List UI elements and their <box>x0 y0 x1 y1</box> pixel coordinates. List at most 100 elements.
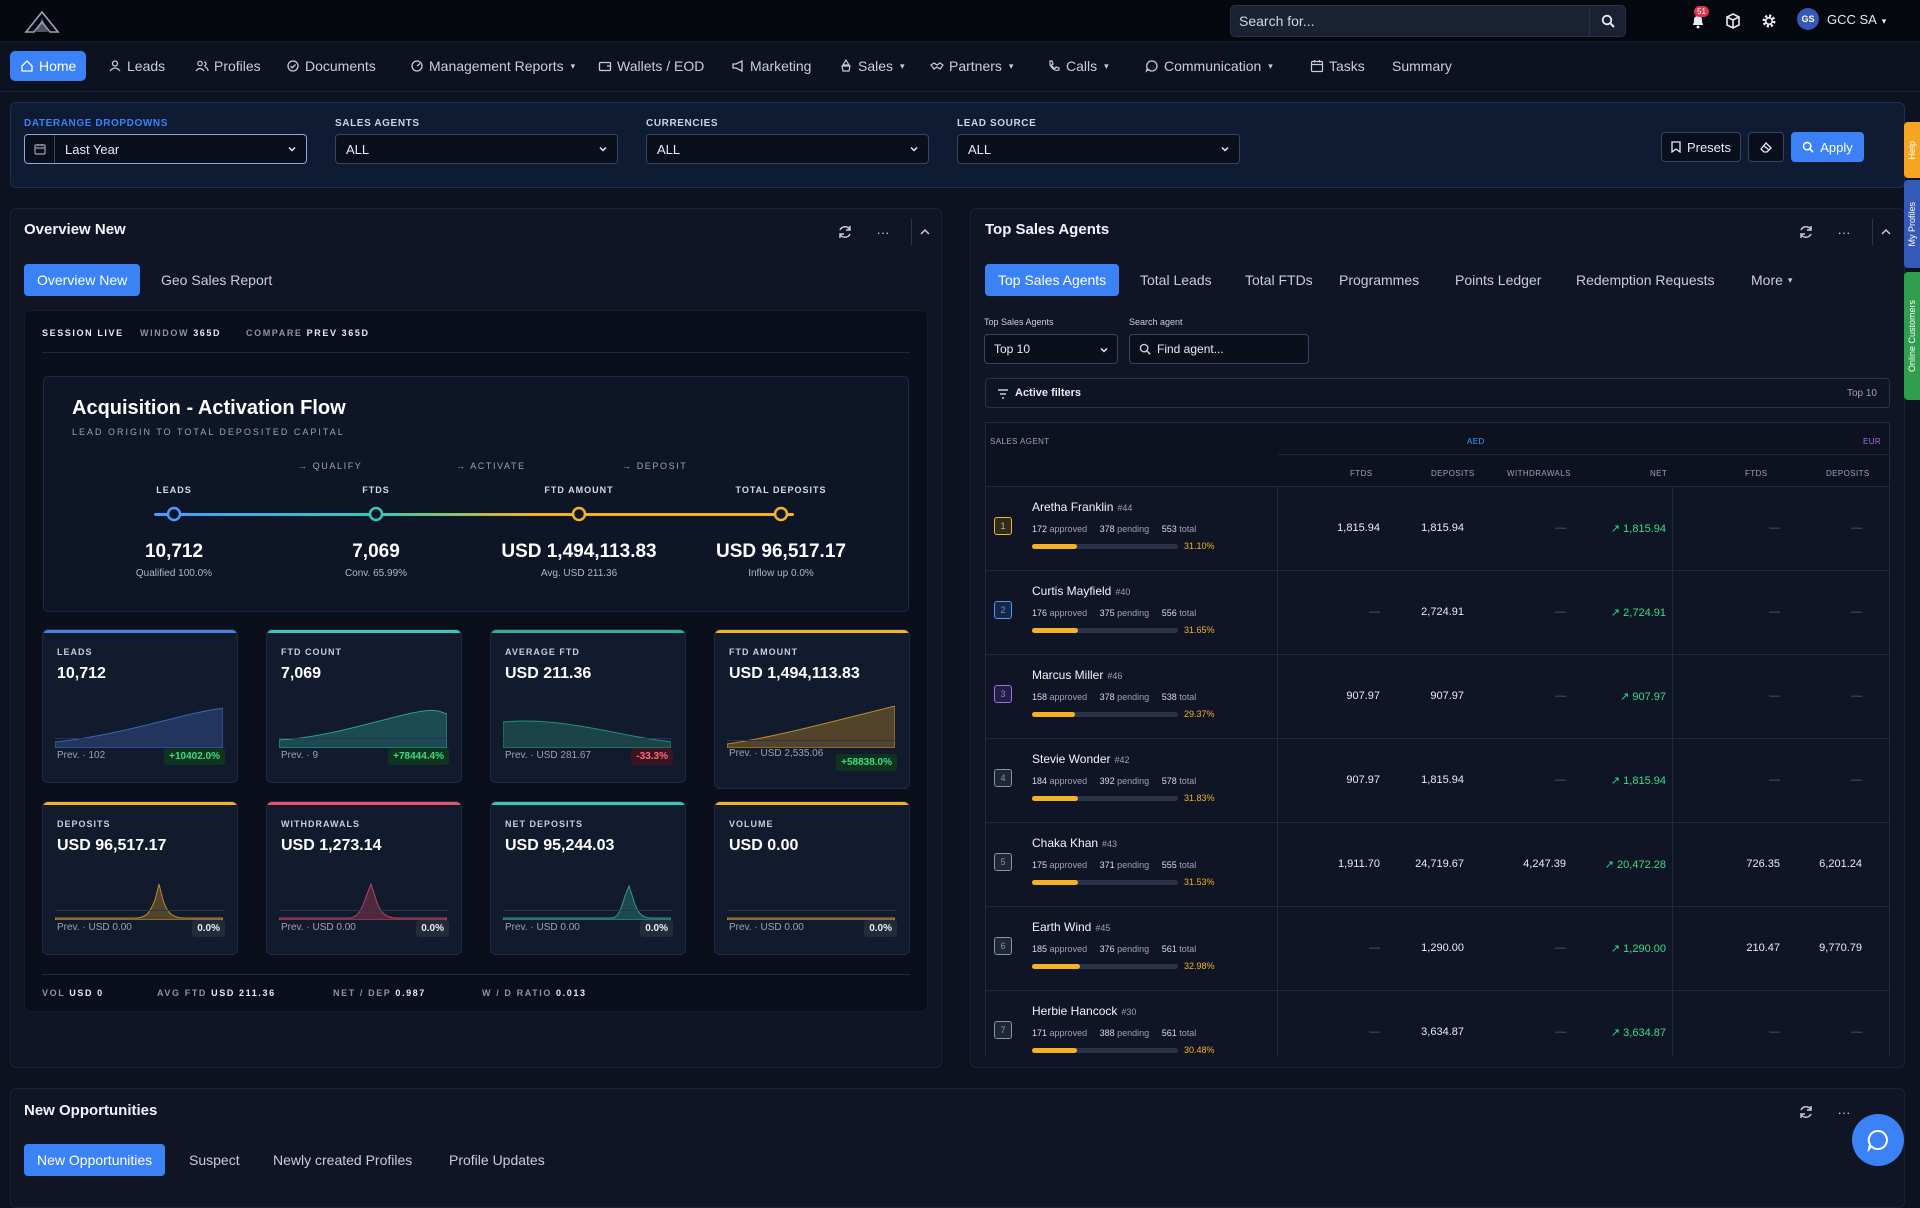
chat-button[interactable] <box>1852 1114 1904 1166</box>
refresh-button[interactable] <box>1793 219 1819 245</box>
more-options-button[interactable]: ··· <box>1831 219 1857 245</box>
table-row[interactable]: 1 Aretha Franklin #44 172 approved 378 pend… <box>986 486 1889 570</box>
currencies-select[interactable]: ALL <box>646 134 929 164</box>
footer-metric-label: NET / DEP <box>333 988 392 998</box>
agent-name[interactable]: Chaka Khan #43 <box>1032 836 1117 850</box>
clear-filters-button[interactable] <box>1748 132 1784 162</box>
chevron-down-icon: ▾ <box>570 60 576 71</box>
tab-newly-created-profiles[interactable]: Newly created Profiles <box>260 1144 425 1176</box>
nav-item-documents[interactable]: Documents <box>276 51 386 81</box>
top-count-select[interactable]: Top 10 <box>984 334 1118 364</box>
tab-top-sales-agents[interactable]: Top Sales Agents <box>985 264 1120 296</box>
apply-button[interactable]: Apply <box>1791 132 1864 162</box>
nav-item-tasks[interactable]: Tasks <box>1300 51 1375 81</box>
table-row[interactable]: 6 Earth Wind #45 185 approved 376 pending 5… <box>986 906 1889 990</box>
cell-ftds: 1,911.70 <box>1337 858 1380 870</box>
kpi-previous: Prev. · USD 0.00 <box>729 922 804 933</box>
kpi-accent-bar <box>267 630 461 633</box>
brand-logo[interactable] <box>22 10 62 34</box>
more-options-button[interactable]: ··· <box>870 219 896 245</box>
nav-item-home[interactable]: Home <box>10 51 87 81</box>
agent-id: #45 <box>1095 923 1111 933</box>
agent-name[interactable]: Herbie Hancock #30 <box>1032 1004 1136 1018</box>
pending-word: pending <box>1117 944 1150 954</box>
presets-button[interactable]: Presets <box>1661 132 1741 162</box>
nav-item-profiles[interactable]: Profiles <box>185 51 271 81</box>
tab-total-leads[interactable]: Total Leads <box>1127 264 1225 296</box>
chevron-down-icon: ▾ <box>1104 60 1109 71</box>
pending-word: pending <box>1117 1028 1150 1038</box>
calendar-icon <box>1310 60 1324 73</box>
total-word: total <box>1179 524 1197 534</box>
agent-name[interactable]: Marcus Miller #46 <box>1032 668 1122 682</box>
table-row[interactable]: 4 Stevie Wonder #42 184 approved 392 pendin… <box>986 738 1889 822</box>
kpi-sparkline <box>727 917 895 920</box>
help-tab[interactable]: Help <box>1904 122 1920 178</box>
search-input[interactable] <box>1239 6 1579 36</box>
lead-source-select[interactable]: ALL <box>957 134 1240 164</box>
more-options-button[interactable]: ··· <box>1831 1099 1857 1125</box>
tab-suspect[interactable]: Suspect <box>176 1144 253 1176</box>
tab-redemption-requests[interactable]: Redemption Requests <box>1563 264 1728 296</box>
agent-name[interactable]: Stevie Wonder #42 <box>1032 752 1130 766</box>
nav-item-wallets-eod[interactable]: Wallets / EOD <box>588 51 714 81</box>
table-row[interactable]: 3 Marcus Miller #46 158 approved 378 pendin… <box>986 654 1889 738</box>
refresh-button[interactable] <box>1793 1099 1819 1125</box>
agent-stats: 175 approved 371 pending 555 total <box>1032 860 1232 870</box>
kpi-accent-bar <box>715 802 909 805</box>
tab-more[interactable]: More ▾ <box>1738 264 1805 296</box>
tab-overview-new[interactable]: Overview New <box>24 264 141 296</box>
my-profiles-tab[interactable]: My Profiles <box>1904 180 1920 268</box>
daterange-select[interactable]: Last Year <box>24 134 307 164</box>
tab-total-ftds[interactable]: Total FTDs <box>1232 264 1326 296</box>
nav-item-calls[interactable]: Calls ▾ <box>1037 51 1119 81</box>
top-bar: 51 GS GCC SA ▾ <box>0 0 1920 42</box>
total-count: 538 <box>1161 692 1177 702</box>
step-activate: → ACTIVATE <box>456 461 526 471</box>
presets-label: Presets <box>1686 139 1732 155</box>
tab-geo-sales-report[interactable]: Geo Sales Report <box>148 264 285 296</box>
search-button[interactable] <box>1589 6 1625 36</box>
nav-item-partners[interactable]: Partners ▾ <box>920 51 1023 81</box>
nav-item-management-reports[interactable]: Management Reports ▾ <box>400 51 585 81</box>
nav-item-communication[interactable]: Communication ▾ <box>1135 51 1283 81</box>
nav-item-sales[interactable]: Sales ▾ <box>829 51 915 81</box>
pending-count: 376 <box>1099 944 1115 954</box>
refresh-button[interactable] <box>832 219 858 245</box>
cell-ftds: — <box>1369 942 1380 954</box>
table-row[interactable]: 7 Herbie Hancock #30 171 approved 388 pendi… <box>986 990 1889 1056</box>
nav-item-marketing[interactable]: Marketing <box>721 51 821 81</box>
org-switcher[interactable]: GCC SA ▾ <box>1827 12 1886 27</box>
collapse-button[interactable] <box>1872 219 1898 245</box>
table-row[interactable]: 2 Curtis Mayfield #40 176 approved 375 pend… <box>986 570 1889 654</box>
tab-programmes[interactable]: Programmes <box>1326 264 1432 296</box>
tab-points-ledger[interactable]: Points Ledger <box>1442 264 1554 296</box>
agent-name[interactable]: Curtis Mayfield #40 <box>1032 584 1130 598</box>
col-net: NET <box>1650 469 1668 478</box>
tab-new-opportunities[interactable]: New Opportunities <box>24 1144 166 1176</box>
kpi-change-badge: +10402.0% <box>164 748 225 765</box>
avatar[interactable]: GS <box>1797 8 1819 30</box>
nav-item-summary[interactable]: Summary <box>1382 51 1462 81</box>
footer-metric-label: VOL <box>42 988 66 998</box>
settings-button[interactable] <box>1758 10 1780 32</box>
tab-label: Top Sales Agents <box>998 272 1107 288</box>
overview-title: Overview New <box>24 221 126 238</box>
tab-profile-updates[interactable]: Profile Updates <box>436 1144 558 1176</box>
rank-badge: 5 <box>994 853 1012 871</box>
kpi-divider <box>727 910 897 911</box>
agent-name[interactable]: Earth Wind #45 <box>1032 920 1110 934</box>
packages-button[interactable] <box>1722 10 1744 32</box>
agents-select[interactable]: ALL <box>335 134 618 164</box>
search-agent-input[interactable] <box>1157 342 1297 356</box>
cell-eur-ftds: 210.47 <box>1746 942 1780 954</box>
kpi-change-badge: -33.3% <box>631 748 673 765</box>
table-row[interactable]: 5 Chaka Khan #43 175 approved 371 pending 5… <box>986 822 1889 906</box>
chevron-down-icon: ▾ <box>1787 274 1793 285</box>
collapse-button[interactable] <box>911 219 937 245</box>
ellipsis-icon: ··· <box>1837 224 1851 240</box>
active-filters-bar[interactable]: Active filters Top 10 <box>985 378 1890 408</box>
online-customers-tab[interactable]: Online Customers <box>1904 272 1920 400</box>
agent-name[interactable]: Aretha Franklin #44 <box>1032 500 1132 514</box>
nav-item-leads[interactable]: Leads <box>98 51 175 81</box>
